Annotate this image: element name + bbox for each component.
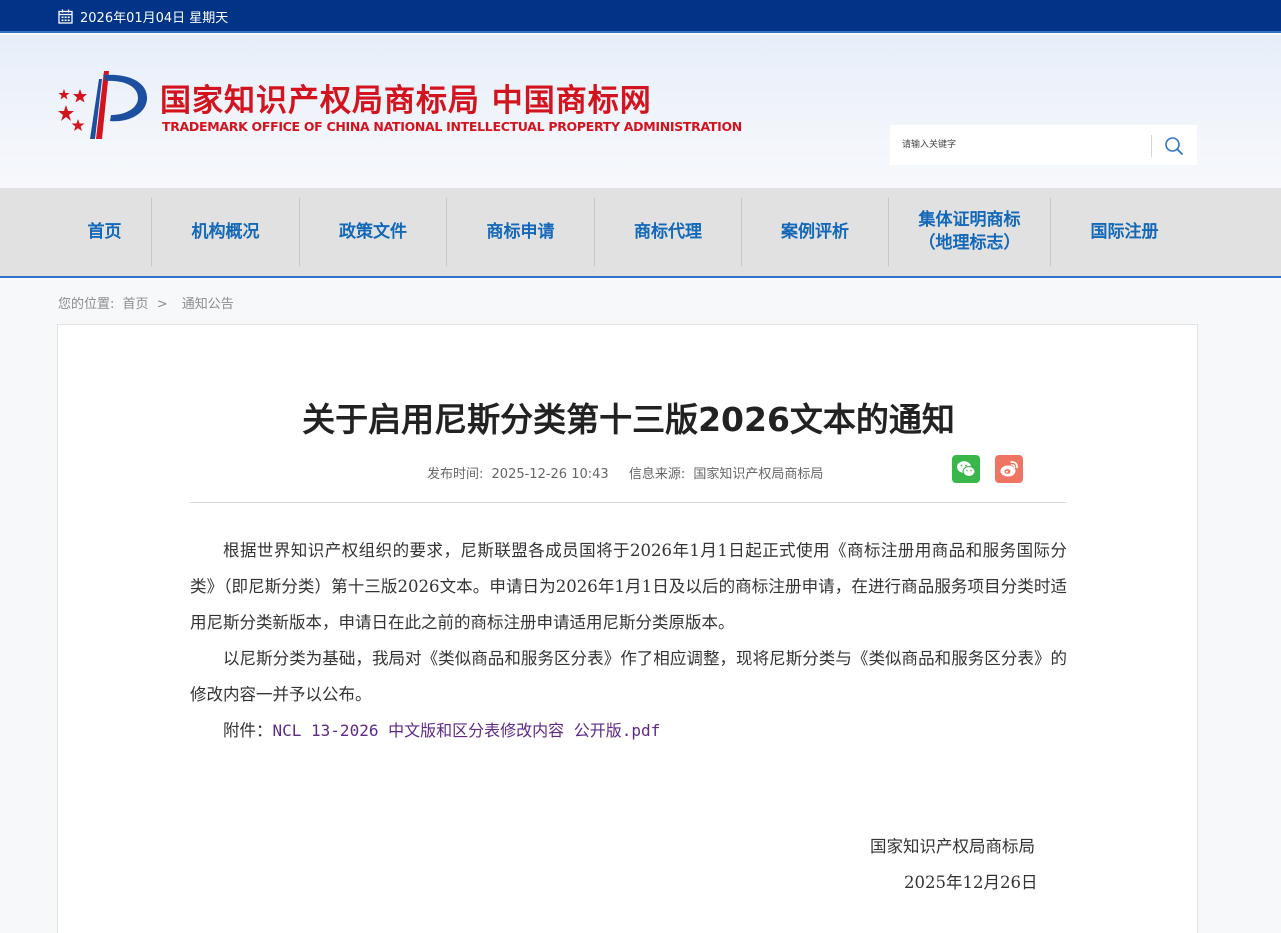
share-wechat-button[interactable]	[952, 455, 980, 483]
attachment-label: 附件：	[223, 721, 273, 740]
wechat-icon	[957, 461, 976, 477]
article-body: 根据世界知识产权组织的要求，尼斯联盟各成员国将于2026年1月1日起正式使用《商…	[190, 533, 1067, 749]
top-bar: 2026年01月04日 星期天	[0, 0, 1281, 33]
search-box	[890, 125, 1197, 165]
nav-item-international[interactable]: 国际注册	[1051, 198, 1198, 266]
nav-item-cases[interactable]: 案例评析	[742, 198, 888, 266]
article-paragraph: 根据世界知识产权组织的要求，尼斯联盟各成员国将于2026年1月1日起正式使用《商…	[190, 541, 1067, 632]
nav-item-about[interactable]: 机构概况	[152, 198, 299, 266]
breadcrumb-prefix: 您的位置:	[58, 297, 115, 312]
share-weibo-button[interactable]	[995, 455, 1023, 483]
title-divider	[190, 502, 1066, 503]
breadcrumb-separator: >	[156, 297, 168, 312]
search-icon[interactable]	[1164, 136, 1184, 156]
site-name-cn: 国家知识产权局商标局 中国商标网	[160, 83, 652, 119]
breadcrumb: 您的位置: 首页 > 通知公告	[58, 293, 234, 312]
site-name-en: TRADEMARK OFFICE OF CHINA NATIONAL INTEL…	[162, 119, 742, 134]
nav-item-home[interactable]: 首页	[58, 198, 151, 266]
search-divider	[1151, 135, 1152, 157]
weibo-icon	[1000, 461, 1018, 477]
article-meta: 发布时间: 2025-12-26 10:43 信息来源: 国家知识产权局商标局	[427, 463, 823, 482]
site-header: 国家知识产权局商标局 中国商标网 TRADEMARK OFFICE OF CHI…	[0, 35, 1281, 188]
article-title: 关于启用尼斯分类第十三版2026文本的通知	[302, 400, 955, 439]
main-nav: 首页 机构概况 政策文件 商标申请 商标代理 案例评析 集体证明商标 （地理标志…	[0, 188, 1281, 278]
breadcrumb-current[interactable]: 通知公告	[182, 293, 234, 312]
nav-item-policy[interactable]: 政策文件	[300, 198, 446, 266]
article-paragraph: 以尼斯分类为基础，我局对《类似商品和服务区分表》作了相应调整，现将尼斯分类与《类…	[190, 649, 1067, 704]
nav-item-collective-marks[interactable]: 集体证明商标 （地理标志）	[889, 198, 1050, 266]
calendar-icon	[58, 9, 73, 24]
current-date: 2026年01月04日 星期天	[80, 11, 229, 26]
nav-item-agency[interactable]: 商标代理	[595, 198, 741, 266]
signature-org: 国家知识产权局商标局	[870, 837, 1035, 856]
breadcrumb-home[interactable]: 首页	[123, 293, 149, 312]
search-input[interactable]	[890, 125, 1150, 165]
attachment-link[interactable]: NCL 13-2026 中文版和区分表修改内容 公开版.pdf	[273, 721, 661, 740]
source-label: 信息来源:	[628, 467, 686, 482]
attachment-line: 附件：NCL 13-2026 中文版和区分表修改内容 公开版.pdf	[190, 713, 1067, 749]
source-value: 国家知识产权局商标局	[693, 467, 824, 482]
nav-item-application[interactable]: 商标申请	[447, 198, 594, 266]
logo-emblem[interactable]	[56, 67, 152, 141]
article-card: 关于启用尼斯分类第十三版2026文本的通知 发布时间: 2025-12-26 1…	[57, 324, 1198, 933]
publish-label: 发布时间:	[427, 467, 484, 482]
signature-date: 2025年12月26日	[904, 873, 1038, 892]
publish-time: 2025-12-26 10:43	[491, 467, 609, 482]
